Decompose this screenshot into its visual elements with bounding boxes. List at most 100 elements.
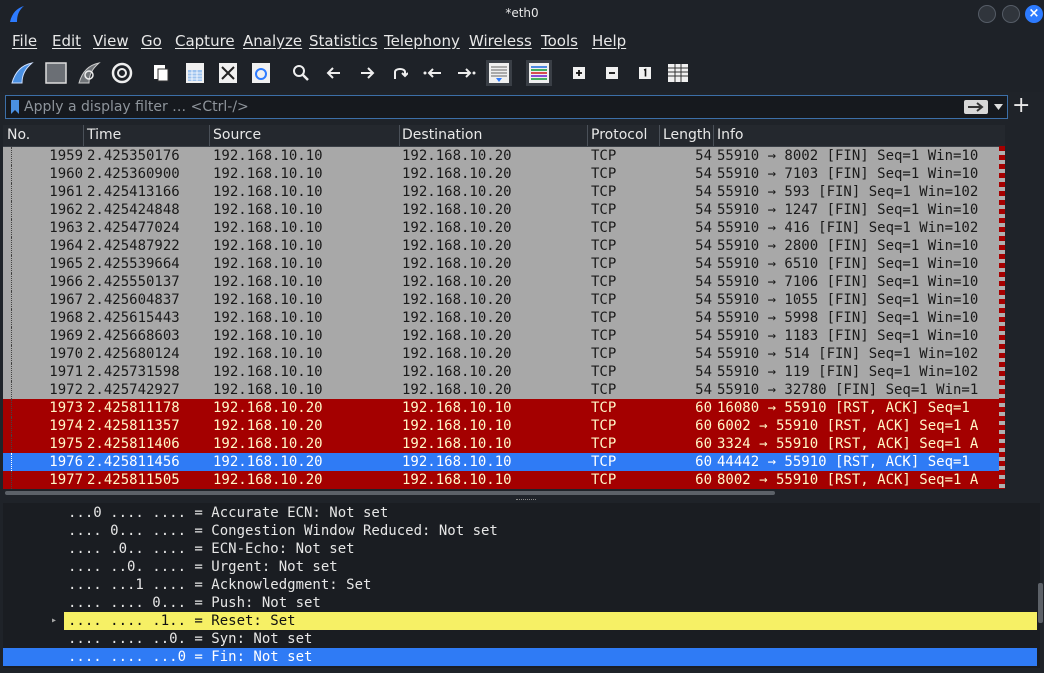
packet-length: 54 bbox=[695, 202, 712, 218]
packet-row[interactable]: 1959 2.425350176 192.168.10.10 192.168.10.2… bbox=[3, 147, 999, 165]
packet-time: 2.425487922 bbox=[87, 238, 180, 254]
menu-help[interactable]: Help bbox=[592, 32, 626, 50]
packet-length: 54 bbox=[695, 292, 712, 308]
apply-filter-arrow-icon[interactable] bbox=[964, 100, 988, 114]
packet-protocol: TCP bbox=[591, 328, 617, 344]
restart-capture-icon[interactable] bbox=[76, 60, 102, 86]
marker-segment bbox=[999, 326, 1005, 331]
column-header-info[interactable]: Info bbox=[717, 127, 744, 143]
packet-length: 60 bbox=[695, 418, 712, 434]
minimize-button[interactable] bbox=[978, 5, 996, 23]
marker-segment bbox=[999, 371, 1005, 376]
go-forward-icon[interactable] bbox=[354, 60, 380, 86]
capture-options-gear-icon[interactable] bbox=[109, 60, 135, 86]
packet-row[interactable]: 1967 2.425604837 192.168.10.10 192.168.10.2… bbox=[3, 291, 999, 309]
marker-segment bbox=[999, 407, 1005, 412]
normal-size-icon[interactable] bbox=[632, 60, 658, 86]
maximize-button[interactable] bbox=[1002, 5, 1020, 23]
shark-fin-start-icon[interactable] bbox=[9, 60, 35, 86]
packet-list-scrollbar[interactable] bbox=[3, 489, 1005, 497]
find-packet-icon[interactable] bbox=[288, 60, 314, 86]
packet-list[interactable]: No. Time Source Destination Protocol Len… bbox=[3, 125, 1005, 489]
detail-row[interactable]: ...0 .... .... = Accurate ECN: Not set bbox=[3, 504, 1037, 522]
column-header-source[interactable]: Source bbox=[213, 127, 261, 143]
display-filter-input[interactable] bbox=[24, 97, 924, 117]
packet-time: 2.425811357 bbox=[87, 418, 180, 434]
packet-row[interactable]: 1977 2.425811505 192.168.10.20 192.168.10.1… bbox=[3, 471, 999, 489]
marker-segment bbox=[999, 290, 1005, 295]
detail-row[interactable]: .... .... ...0 = Fin: Not set bbox=[3, 648, 1037, 666]
resize-columns-icon[interactable] bbox=[665, 60, 691, 86]
first-packet-icon[interactable] bbox=[420, 60, 446, 86]
go-to-packet-icon[interactable] bbox=[387, 60, 413, 86]
packet-protocol: TCP bbox=[591, 238, 617, 254]
packet-row[interactable]: 1972 2.425742927 192.168.10.10 192.168.10.2… bbox=[3, 381, 999, 399]
close-file-icon[interactable] bbox=[215, 60, 241, 86]
menu-analyze[interactable]: Analyze bbox=[243, 32, 302, 50]
menu-file[interactable]: File bbox=[12, 32, 37, 50]
packet-row[interactable]: 1962 2.425424848 192.168.10.10 192.168.10.2… bbox=[3, 201, 999, 219]
open-file-icon[interactable] bbox=[148, 60, 174, 86]
marker-segment bbox=[999, 299, 1005, 304]
detail-row[interactable]: .... .... 0... = Push: Not set bbox=[3, 594, 1037, 612]
packet-row[interactable]: 1965 2.425539664 192.168.10.10 192.168.10.2… bbox=[3, 255, 999, 273]
menu-view[interactable]: View bbox=[93, 32, 129, 50]
bookmark-icon[interactable] bbox=[10, 99, 20, 115]
packet-row[interactable]: 1975 2.425811406 192.168.10.20 192.168.10.1… bbox=[3, 435, 999, 453]
detail-row[interactable]: .... ...1 .... = Acknowledgment: Set bbox=[3, 576, 1037, 594]
packet-time: 2.425742927 bbox=[87, 382, 180, 398]
packet-row[interactable]: 1960 2.425360900 192.168.10.10 192.168.10.2… bbox=[3, 165, 999, 183]
colorize-icon[interactable] bbox=[526, 60, 552, 86]
detail-row[interactable]: ▸ .... .... .1.. = Reset: Set bbox=[3, 612, 1037, 630]
zoom-in-icon[interactable] bbox=[566, 60, 592, 86]
reload-file-icon[interactable] bbox=[248, 60, 274, 86]
column-header-protocol[interactable]: Protocol bbox=[591, 127, 647, 143]
conversation-line bbox=[11, 453, 13, 471]
expand-arrow-icon[interactable]: ▸ bbox=[51, 612, 57, 630]
conversation-line bbox=[11, 435, 13, 453]
column-header-time[interactable]: Time bbox=[87, 127, 121, 143]
menu-go[interactable]: Go bbox=[141, 32, 162, 50]
packet-row[interactable]: 1963 2.425477024 192.168.10.10 192.168.10.2… bbox=[3, 219, 999, 237]
stop-capture-icon[interactable] bbox=[43, 60, 69, 86]
menu-telephony[interactable]: Telephony bbox=[384, 32, 460, 50]
column-header-no[interactable]: No. bbox=[7, 127, 30, 143]
detail-row[interactable]: .... ..0. .... = Urgent: Not set bbox=[3, 558, 1037, 576]
menu-statistics[interactable]: Statistics bbox=[309, 32, 378, 50]
menu-wireless[interactable]: Wireless bbox=[469, 32, 532, 50]
details-scrollbar[interactable] bbox=[1038, 583, 1043, 623]
packet-destination: 192.168.10.10 bbox=[402, 454, 512, 470]
packet-row[interactable]: 1970 2.425680124 192.168.10.10 192.168.10.2… bbox=[3, 345, 999, 363]
conversation-line bbox=[11, 471, 13, 489]
scrollbar-thumb[interactable] bbox=[5, 491, 775, 495]
marker-segment bbox=[999, 416, 1005, 421]
detail-row[interactable]: .... .0.. .... = ECN-Echo: Not set bbox=[3, 540, 1037, 558]
detail-row[interactable]: .... 0... .... = Congestion Window Reduc… bbox=[3, 522, 1037, 540]
close-button[interactable]: × bbox=[1025, 5, 1043, 23]
packet-row[interactable]: 1961 2.425413166 192.168.10.10 192.168.10.2… bbox=[3, 183, 999, 201]
packet-row[interactable]: 1966 2.425550137 192.168.10.10 192.168.10.2… bbox=[3, 273, 999, 291]
packet-destination: 192.168.10.10 bbox=[402, 418, 512, 434]
packet-row[interactable]: 1968 2.425615443 192.168.10.10 192.168.10.2… bbox=[3, 309, 999, 327]
column-header-length[interactable]: Length bbox=[663, 127, 711, 143]
detail-row[interactable]: .... .... ..0. = Syn: Not set bbox=[3, 630, 1037, 648]
menu-tools[interactable]: Tools bbox=[541, 32, 578, 50]
packet-row[interactable]: 1969 2.425668603 192.168.10.10 192.168.10.2… bbox=[3, 327, 999, 345]
add-filter-button[interactable]: + bbox=[1012, 94, 1030, 118]
chevron-down-icon[interactable] bbox=[994, 104, 1003, 110]
menu-capture[interactable]: Capture bbox=[175, 32, 235, 50]
column-header-destination[interactable]: Destination bbox=[402, 127, 482, 143]
last-packet-icon[interactable] bbox=[453, 60, 479, 86]
packet-marker-strip[interactable] bbox=[999, 146, 1005, 489]
packet-row[interactable]: 1973 2.425811178 192.168.10.20 192.168.10.1… bbox=[3, 399, 999, 417]
go-back-icon[interactable] bbox=[321, 60, 347, 86]
save-file-icon[interactable] bbox=[182, 60, 208, 86]
packet-row[interactable]: 1964 2.425487922 192.168.10.10 192.168.10.2… bbox=[3, 237, 999, 255]
packet-details-pane[interactable]: ...0 .... .... = Accurate ECN: Not set..… bbox=[3, 503, 1040, 668]
packet-row[interactable]: 1974 2.425811357 192.168.10.20 192.168.10.1… bbox=[3, 417, 999, 435]
menu-edit[interactable]: Edit bbox=[52, 32, 81, 50]
packet-row[interactable]: 1971 2.425731598 192.168.10.10 192.168.10.2… bbox=[3, 363, 999, 381]
packet-row[interactable]: 1976 2.425811456 192.168.10.20 192.168.10.1… bbox=[3, 453, 999, 471]
zoom-out-icon[interactable] bbox=[599, 60, 625, 86]
autoscroll-icon[interactable] bbox=[486, 60, 512, 86]
